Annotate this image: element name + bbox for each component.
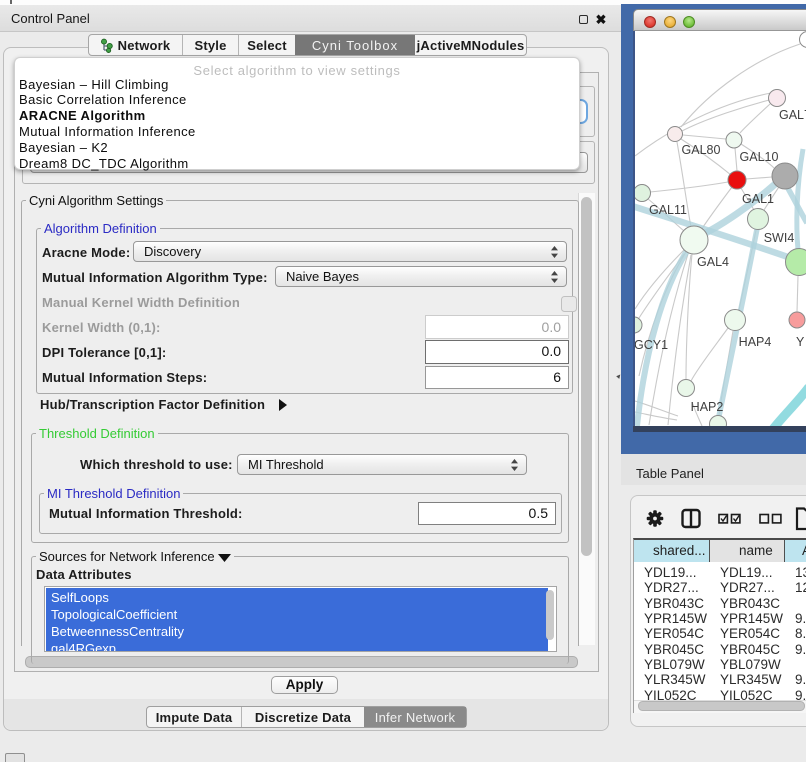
svg-text:GAL1: GAL1 [742,192,774,206]
svg-text:GAL4: GAL4 [697,255,729,269]
svg-text:GAL11: GAL11 [649,203,687,217]
svg-text:GAL80: GAL80 [682,143,721,157]
svg-text:GAL10: GAL10 [740,150,779,164]
svg-text:GCY1: GCY1 [635,338,668,352]
svg-text:HAP2: HAP2 [691,400,724,414]
svg-text:SWI4: SWI4 [764,231,795,245]
svg-text:Y: Y [796,335,805,349]
svg-text:HAP4: HAP4 [739,335,772,349]
svg-text:GAL7: GAL7 [779,108,806,122]
